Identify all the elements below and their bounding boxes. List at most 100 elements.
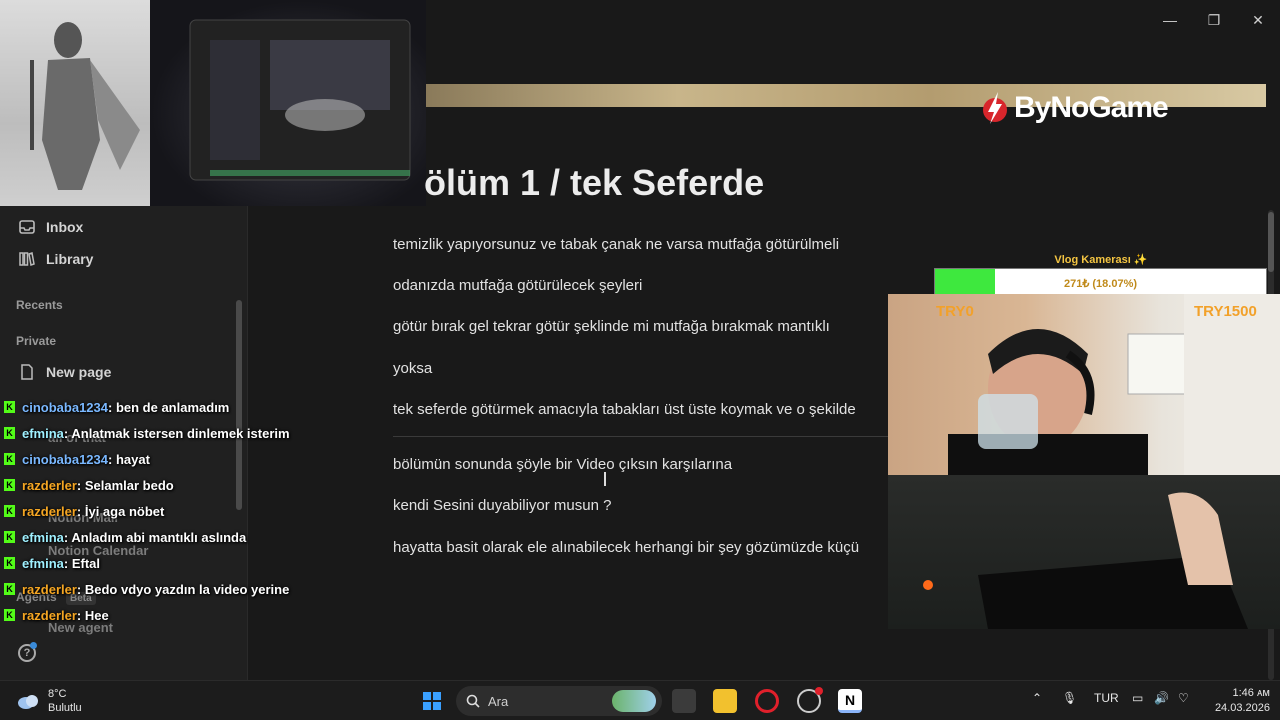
chat-message: Krazderler : Selamlar bedo bbox=[4, 472, 324, 498]
chat-text: : Anladım abi mantıklı aslında bbox=[63, 529, 247, 545]
kick-badge-icon: K bbox=[4, 401, 15, 413]
chat-message: Krazderler : Bedo vdyo yazdın la video y… bbox=[4, 576, 324, 602]
chat-username: razderler bbox=[22, 477, 77, 493]
kick-badge-icon: K bbox=[4, 557, 15, 569]
volume-icon[interactable]: 🔊 bbox=[1154, 691, 1169, 705]
cloud-icon bbox=[18, 695, 38, 709]
window-controls: — ❐ ✕ bbox=[1148, 8, 1280, 32]
paragraph-block[interactable]: odanızda mutfağa götürülecek şeyleri bbox=[393, 277, 642, 294]
page-title[interactable]: ölüm 1 / tek Seferde bbox=[424, 162, 764, 204]
weather-widget[interactable]: 8°C Bulutlu bbox=[16, 687, 82, 715]
paragraph-block[interactable]: bölümün sonunda şöyle bir Video çıksın k… bbox=[393, 456, 732, 473]
chat-message: Krazderler : İyi aga nöbet bbox=[4, 498, 324, 524]
search-placeholder: Ara bbox=[488, 693, 509, 709]
chat-username: efmina bbox=[22, 529, 64, 545]
paragraph-block[interactable]: tek seferde götürmek amacıyla tabakları … bbox=[393, 401, 888, 418]
kick-badge-icon: K bbox=[4, 453, 15, 465]
notification-dot bbox=[30, 642, 37, 649]
battery-icon[interactable]: ♡ bbox=[1178, 691, 1189, 705]
chat-username: razderler bbox=[22, 581, 77, 597]
screen: { "window": { "minimize": "—", "maximize… bbox=[0, 0, 1280, 720]
chat-text: : Anlatmak istersen dinlemek isterim bbox=[63, 425, 290, 441]
close-button[interactable]: ✕ bbox=[1236, 8, 1280, 32]
recording-dot-icon bbox=[815, 687, 823, 695]
kick-badge-icon: K bbox=[4, 583, 15, 595]
system-clock[interactable]: 1:46 ᴀᴍ 24.03.2026 bbox=[1206, 686, 1270, 716]
sidebar-item-label: New page bbox=[46, 364, 112, 380]
vlog-goal-label: Vlog Kamerası ✨ bbox=[1054, 254, 1148, 266]
kick-badge-icon: K bbox=[4, 531, 15, 543]
chat-text: : İyi aga nöbet bbox=[76, 503, 165, 519]
chat-text: : Bedo vdyo yazdın la video yerine bbox=[76, 581, 290, 597]
vlog-goal-min-label: TRY0 bbox=[936, 303, 974, 320]
sidebar-item-label: Library bbox=[46, 251, 94, 267]
chat-text: : ben de anlamadım bbox=[108, 399, 230, 415]
clock-time: 1:46 ᴀᴍ bbox=[1232, 687, 1271, 699]
sidebar-item-inbox[interactable]: Inbox bbox=[18, 218, 83, 236]
chat-message: Kcinobaba1234 : hayat bbox=[4, 446, 324, 472]
divider bbox=[393, 436, 889, 437]
main-scrollbar-thumb[interactable] bbox=[1268, 212, 1274, 272]
chat-username: cinobaba1234 bbox=[22, 451, 108, 467]
kick-badge-icon: K bbox=[4, 479, 15, 491]
face-camera-feed bbox=[888, 294, 1280, 475]
paragraph-block[interactable]: götür bırak gel tekrar götür şeklinde mi… bbox=[393, 318, 830, 335]
search-icon bbox=[466, 694, 480, 708]
monitor-camera-feed bbox=[150, 0, 426, 206]
weather-temp: 8°C bbox=[48, 688, 67, 700]
chat-username: efmina bbox=[22, 555, 64, 571]
paragraph-block[interactable]: kendi Sesini duyabiliyor musun ? bbox=[393, 497, 611, 514]
chat-message: Krazderler : Hee bbox=[4, 602, 324, 628]
chat-message: Kcinobaba1234 : ben de anlamadım bbox=[4, 394, 324, 420]
keyboard-hands-icon bbox=[923, 492, 1248, 629]
library-icon bbox=[19, 252, 35, 266]
chevron-up-icon[interactable]: ⌃ bbox=[1032, 691, 1042, 705]
chat-text: : Hee bbox=[76, 607, 109, 623]
logo-text: ByNoGame bbox=[1014, 91, 1169, 124]
vlog-goal-max-label: TRY1500 bbox=[1194, 303, 1257, 320]
private-heading: Private bbox=[16, 334, 57, 348]
language-indicator[interactable]: TUR bbox=[1094, 691, 1119, 705]
artwork-camera-feed bbox=[0, 0, 150, 206]
weather-desc: Bulutlu bbox=[48, 702, 82, 714]
monitor-screen-icon bbox=[189, 19, 411, 181]
hands-camera-feed bbox=[888, 475, 1280, 629]
opera-browser-icon[interactable] bbox=[755, 689, 779, 713]
sidebar-item-label: Inbox bbox=[46, 219, 84, 235]
notion-app-icon[interactable]: N bbox=[838, 689, 862, 713]
chat-overlay: Kcinobaba1234 : ben de anlamadım Kefmina … bbox=[4, 394, 324, 628]
microphone-icon[interactable]: 🎙 bbox=[1062, 691, 1077, 705]
minimize-button[interactable]: — bbox=[1148, 8, 1192, 32]
windows-start-icon[interactable] bbox=[420, 689, 444, 713]
paragraph-block[interactable]: yoksa bbox=[393, 360, 432, 377]
chat-username: efmina bbox=[22, 425, 64, 441]
sidebar-item-new-page[interactable]: New page bbox=[18, 363, 111, 381]
kick-badge-icon: K bbox=[4, 505, 15, 517]
obs-studio-icon[interactable] bbox=[797, 687, 823, 713]
inbox-icon bbox=[19, 220, 35, 234]
chat-message: Kefmina : Eftal bbox=[4, 550, 324, 576]
chat-username: razderler bbox=[22, 607, 77, 623]
file-explorer-icon[interactable] bbox=[713, 689, 737, 713]
chat-message: Kefmina : Anladım abi mantıklı aslında bbox=[4, 524, 324, 550]
taskbar-search[interactable]: Ara bbox=[456, 686, 662, 716]
clock-date: 24.03.2026 bbox=[1214, 702, 1270, 714]
kick-badge-icon: K bbox=[4, 609, 15, 621]
paragraph-block[interactable]: temizlik yapıyorsunuz ve tabak çanak ne … bbox=[393, 236, 839, 253]
chat-username: razderler bbox=[22, 503, 77, 519]
chat-text: : hayat bbox=[108, 451, 150, 467]
text-cursor-icon bbox=[604, 472, 606, 486]
task-view-icon[interactable] bbox=[672, 689, 696, 713]
bynogame-logo: ByNoGame bbox=[980, 90, 1169, 126]
chat-username: cinobaba1234 bbox=[22, 399, 108, 415]
paragraph-block[interactable]: hayatta basit olarak ele alınabilecek he… bbox=[393, 539, 888, 556]
kick-badge-icon: K bbox=[4, 427, 15, 439]
chat-text: : Selamlar bedo bbox=[76, 477, 174, 493]
maximize-button[interactable]: ❐ bbox=[1192, 8, 1236, 32]
sidebar-item-library[interactable]: Library bbox=[18, 250, 93, 268]
bynogame-logo-icon bbox=[983, 92, 1007, 124]
network-icon[interactable]: ▭ bbox=[1132, 691, 1143, 705]
taskbar: 8°C Bulutlu Ara N ⌃ 🎙 TUR ▭ 🔊 ♡ 1:46 ᴀᴍ … bbox=[0, 680, 1280, 720]
mandalorian-sketch-icon bbox=[30, 22, 140, 190]
page-icon bbox=[21, 364, 33, 380]
